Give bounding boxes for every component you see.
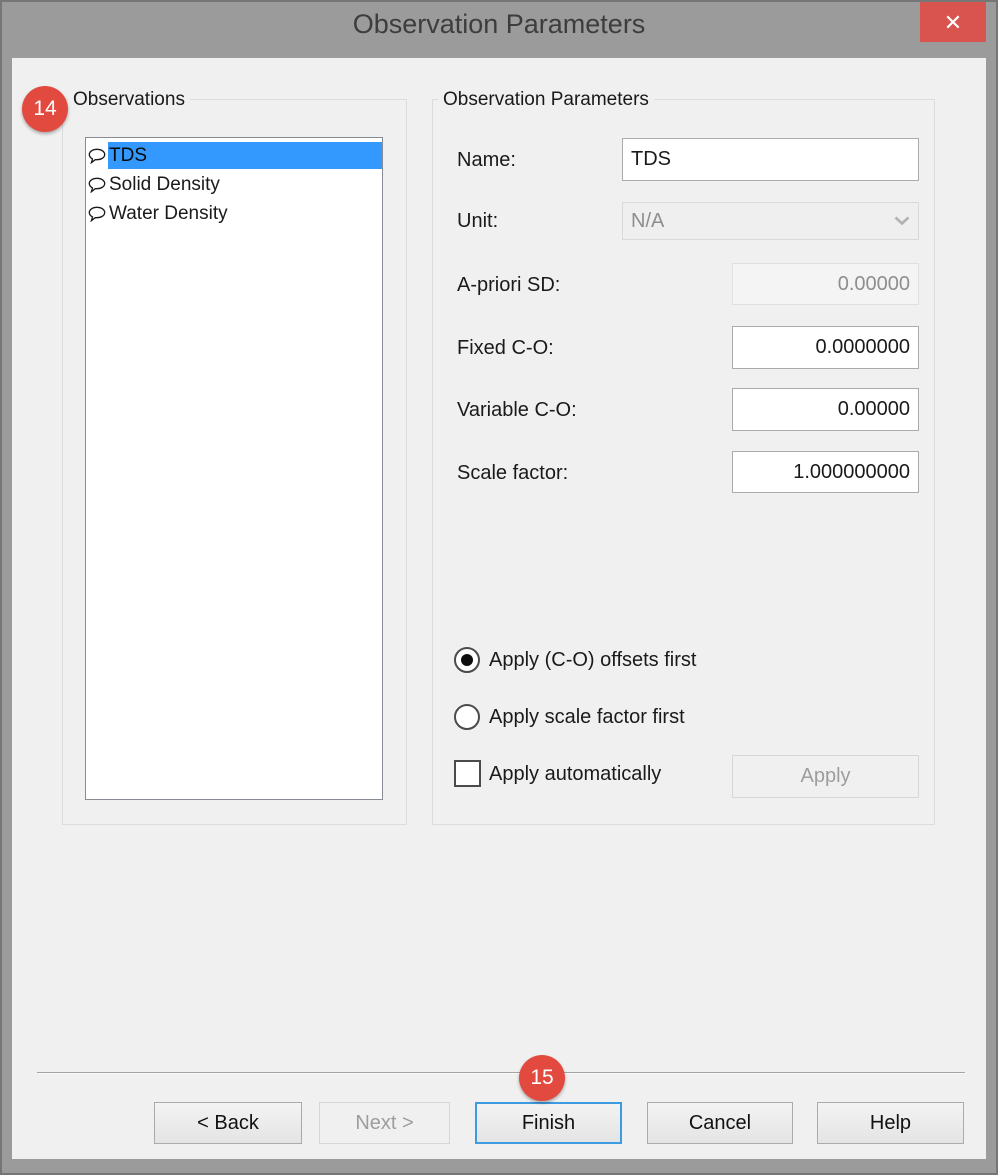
apply-button: Apply [732, 755, 919, 798]
apriori-sd-label: A-priori SD: [457, 274, 561, 296]
radio-apply-scale-first-label[interactable]: Apply scale factor first [489, 703, 685, 731]
next-button: Next > [319, 1102, 450, 1144]
scale-factor-field[interactable] [732, 451, 919, 493]
fixed-co-label: Fixed C-O: [457, 337, 554, 359]
list-item-tds[interactable]: TDS [86, 141, 382, 170]
title-bar: Observation Parameters ✕ [2, 2, 996, 58]
radio-apply-scale-first[interactable] [454, 704, 480, 730]
radio-apply-offsets-first[interactable] [454, 647, 480, 673]
apply-automatically-checkbox[interactable] [454, 760, 481, 787]
list-item-label: TDS [108, 142, 382, 169]
observation-balloon-icon [86, 177, 108, 193]
observation-balloon-icon [86, 148, 108, 164]
step-badge-15: 15 [519, 1055, 565, 1101]
dialog-title: Observation Parameters [352, 9, 646, 39]
back-button[interactable]: < Back [154, 1102, 302, 1144]
list-item-water-density[interactable]: Water Density [86, 199, 382, 228]
help-button[interactable]: Help [817, 1102, 964, 1144]
observation-parameters-dialog: Observation Parameters ✕ 14 Observations… [0, 0, 998, 1175]
variable-co-label: Variable C-O: [457, 399, 577, 421]
scale-factor-label: Scale factor: [457, 462, 569, 484]
name-label: Name: [457, 149, 516, 171]
radio-apply-offsets-first-label[interactable]: Apply (C-O) offsets first [489, 646, 696, 674]
step-badge-14: 14 [22, 86, 68, 132]
finish-button[interactable]: Finish [475, 1102, 622, 1144]
parameters-group-title: Observation Parameters [438, 87, 654, 113]
list-item-label: Solid Density [109, 174, 220, 195]
apriori-sd-field [732, 263, 919, 305]
step-badge-15-number: 15 [530, 1066, 554, 1089]
list-item-label: Water Density [109, 203, 228, 224]
close-button[interactable]: ✕ [920, 2, 986, 42]
observations-list[interactable]: TDS Solid Density Water Density [85, 137, 383, 800]
variable-co-field[interactable] [732, 388, 919, 431]
unit-dropdown[interactable]: N/A [622, 202, 919, 240]
step-badge-14-number: 14 [33, 97, 57, 120]
cancel-button[interactable]: Cancel [647, 1102, 793, 1144]
fixed-co-field[interactable] [732, 326, 919, 369]
observations-group-title: Observations [68, 87, 190, 113]
chevron-down-icon [888, 216, 910, 226]
observation-balloon-icon [86, 206, 108, 222]
close-icon: ✕ [943, 10, 963, 35]
apply-automatically-label[interactable]: Apply automatically [489, 760, 661, 788]
unit-value: N/A [631, 209, 665, 232]
unit-label: Unit: [457, 210, 499, 232]
list-item-solid-density[interactable]: Solid Density [86, 170, 382, 199]
footer-separator [37, 1072, 965, 1074]
name-field[interactable] [622, 138, 919, 181]
